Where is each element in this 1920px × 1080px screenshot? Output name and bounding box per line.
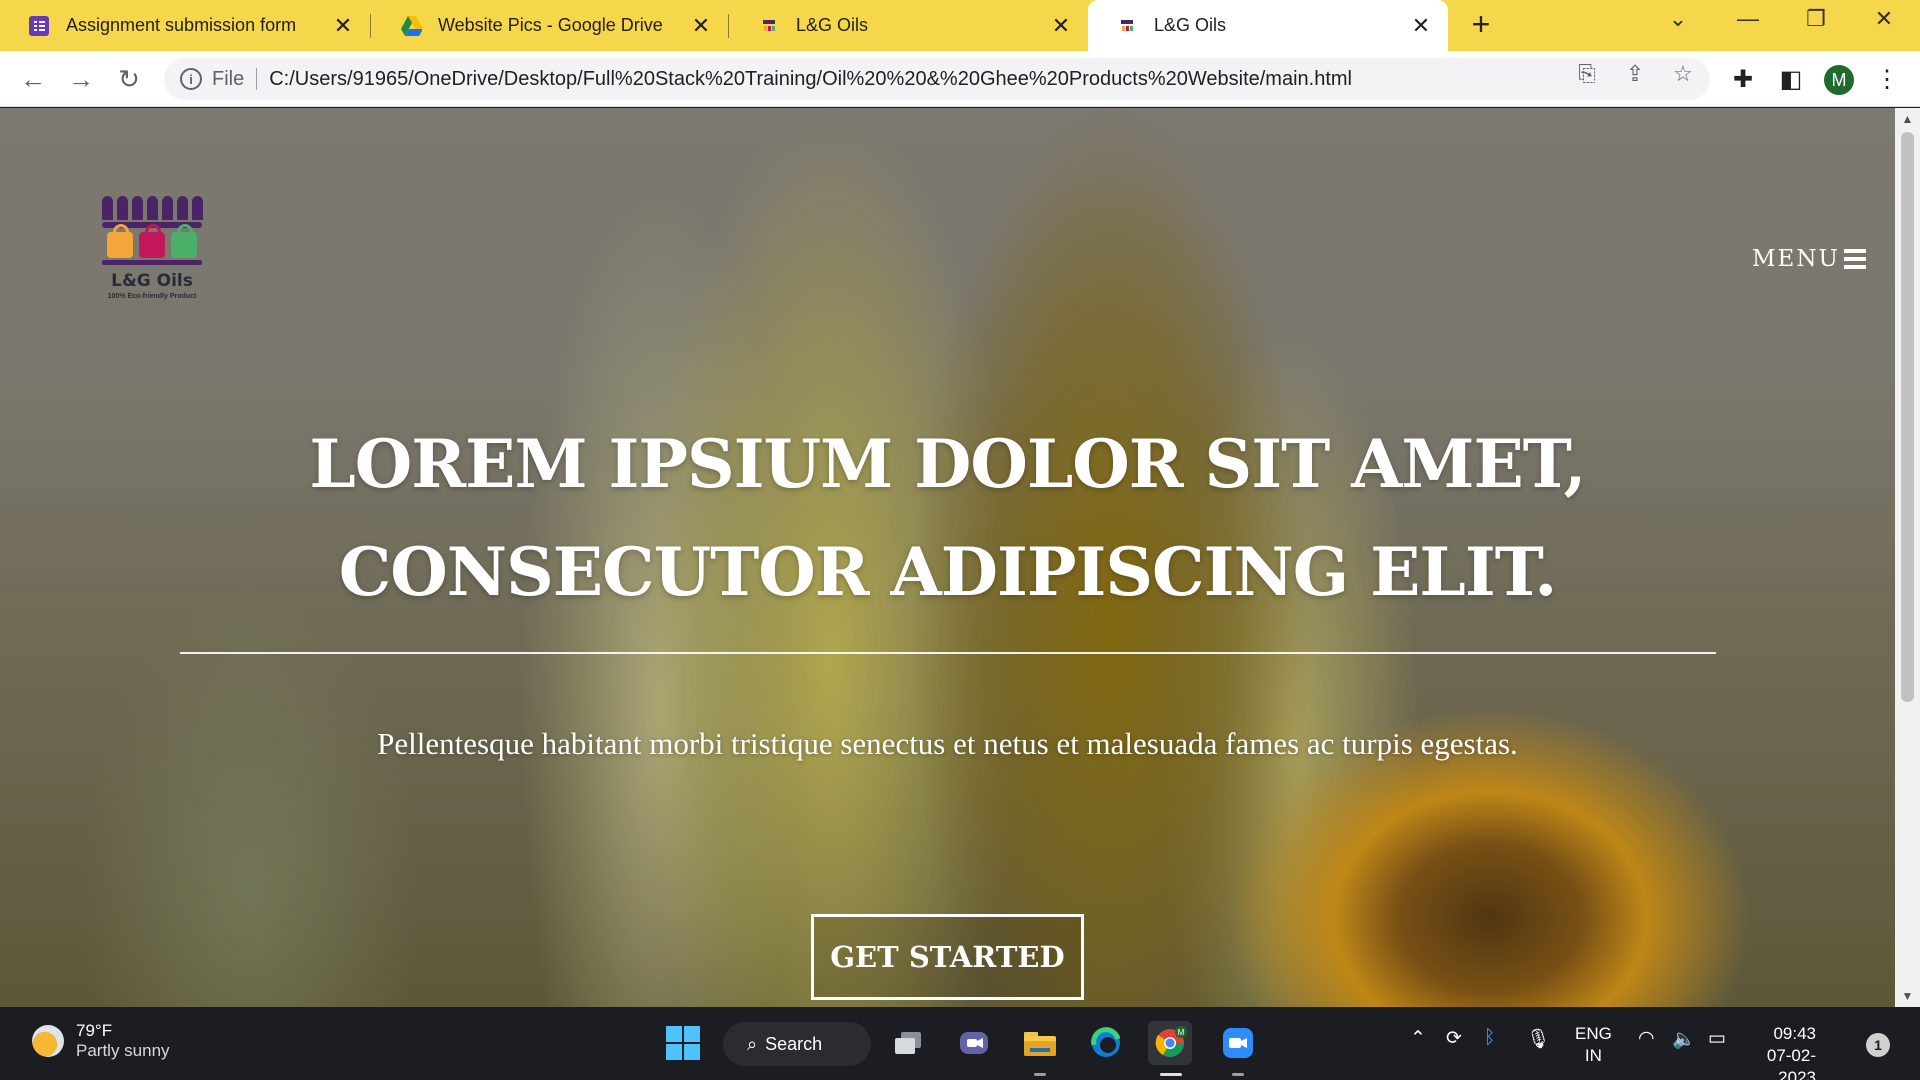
close-tab-icon[interactable]: ✕ bbox=[1408, 13, 1434, 39]
tab-title: L&G Oils bbox=[796, 15, 869, 35]
show-hidden-icons-chevron-icon[interactable]: ⌃ bbox=[1410, 1027, 1426, 1050]
hero-headline: LOREM IPSIUM DOLOR SIT AMET, CONSECUTOR … bbox=[160, 410, 1735, 626]
tab-title: Assignment submission form bbox=[66, 15, 297, 35]
logo-tagline: 100% Eco-friendly Product bbox=[107, 293, 197, 300]
google-drive-icon bbox=[400, 15, 422, 37]
search-label: Search bbox=[765, 1033, 823, 1054]
chrome-browser-icon[interactable]: M bbox=[1148, 1021, 1192, 1065]
battery-charging-icon[interactable]: ▭ bbox=[1708, 1027, 1726, 1050]
page-scrollbar[interactable]: ▲ ▼ bbox=[1895, 108, 1920, 1007]
tab-separator bbox=[370, 14, 371, 38]
scroll-up-arrow-icon[interactable]: ▲ bbox=[1895, 112, 1920, 126]
bookmark-star-icon[interactable]: ☆ bbox=[1670, 61, 1696, 87]
sync-icon[interactable]: ⟳ bbox=[1446, 1027, 1462, 1050]
notification-badge[interactable]: 1 bbox=[1866, 1033, 1890, 1057]
new-tab-button[interactable]: + bbox=[1462, 6, 1500, 43]
svg-text:M: M bbox=[1178, 1028, 1185, 1037]
browser-toolbar: ← → ↻ i File C:/Users/91965/OneDrive/Des… bbox=[0, 51, 1920, 107]
start-button[interactable] bbox=[661, 1021, 705, 1065]
file-explorer-icon[interactable] bbox=[1018, 1021, 1062, 1065]
hero-divider bbox=[180, 652, 1716, 654]
site-favicon bbox=[1116, 15, 1138, 37]
weather-description: Partly sunny bbox=[76, 1041, 170, 1060]
language-code: ENG bbox=[1575, 1024, 1612, 1043]
logo-name: L&G Oils bbox=[111, 271, 193, 291]
system-clock[interactable]: 09:43 07-02-2023 bbox=[1752, 1023, 1816, 1080]
menu-button[interactable]: MENU bbox=[1752, 246, 1866, 272]
shopping-bags-icon bbox=[96, 224, 208, 258]
partly-sunny-icon bbox=[32, 1025, 64, 1057]
close-tab-icon[interactable]: ✕ bbox=[1048, 13, 1074, 39]
clock-time: 09:43 bbox=[1773, 1024, 1816, 1043]
close-window-icon[interactable]: ✕ bbox=[1864, 6, 1904, 32]
brand-logo[interactable]: L&G Oils 100% Eco-friendly Product bbox=[96, 196, 208, 316]
menu-label: MENU bbox=[1752, 246, 1840, 272]
microphone-icon[interactable]: 🎙 bbox=[1526, 1027, 1550, 1051]
back-arrow-icon[interactable]: ← bbox=[16, 62, 50, 96]
address-bar[interactable]: i File C:/Users/91965/OneDrive/Desktop/F… bbox=[164, 58, 1710, 100]
side-panel-icon[interactable]: ◧ bbox=[1776, 65, 1806, 94]
site-favicon bbox=[758, 15, 780, 37]
profile-avatar[interactable]: M bbox=[1824, 65, 1854, 95]
zoom-meetings-icon[interactable] bbox=[1216, 1021, 1260, 1065]
translate-icon[interactable]: ⎘ bbox=[1574, 61, 1600, 87]
close-tab-icon[interactable]: ✕ bbox=[688, 13, 714, 39]
get-started-button[interactable]: GET STARTED bbox=[811, 914, 1084, 1000]
extensions-puzzle-icon[interactable]: ✚ bbox=[1728, 65, 1758, 94]
headline-line-1: LOREM IPSIUM DOLOR SIT AMET, bbox=[309, 425, 1586, 503]
scheme-label: File bbox=[212, 67, 245, 90]
forms-icon bbox=[28, 15, 50, 37]
hero-subtitle: Pellentesque habitant morbi tristique se… bbox=[377, 726, 1518, 761]
task-view-icon[interactable] bbox=[886, 1021, 930, 1065]
tab-google-drive[interactable]: Website Pics - Google Drive ✕ bbox=[372, 0, 728, 51]
tab-search-chevron-icon[interactable]: ⌄ bbox=[1658, 6, 1698, 32]
search-icon: ⌕ bbox=[747, 1033, 758, 1054]
weather-widget[interactable]: 79°F Partly sunny bbox=[32, 1021, 170, 1061]
scroll-down-arrow-icon[interactable]: ▼ bbox=[1895, 989, 1920, 1003]
close-tab-icon[interactable]: ✕ bbox=[330, 13, 356, 39]
url-text[interactable]: C:/Users/91965/OneDrive/Desktop/Full%20S… bbox=[269, 68, 1352, 91]
tab-lg-oils[interactable]: L&G Oils ✕ bbox=[730, 0, 1088, 51]
hamburger-icon bbox=[1843, 249, 1866, 269]
restore-icon[interactable]: ❐ bbox=[1796, 6, 1836, 32]
windows-taskbar: 79°F Partly sunny ⌕ Search M ⌃ ⟳ ᛒ 🎙 ENG… bbox=[0, 1007, 1920, 1080]
share-icon[interactable]: ⇪ bbox=[1622, 61, 1648, 87]
weather-temperature: 79°F bbox=[76, 1021, 113, 1040]
tab-assignment-form[interactable]: Assignment submission form ✕ bbox=[0, 0, 370, 51]
tab-title: Website Pics - Google Drive bbox=[438, 15, 663, 35]
wifi-icon[interactable]: ◠ bbox=[1638, 1027, 1655, 1050]
tab-separator bbox=[728, 14, 729, 38]
reload-icon[interactable]: ↻ bbox=[112, 62, 146, 96]
site-info-icon[interactable]: i bbox=[180, 68, 202, 90]
tab-lg-oils-active[interactable]: L&G Oils ✕ bbox=[1088, 0, 1448, 51]
bluetooth-icon[interactable]: ᛒ bbox=[1484, 1027, 1495, 1049]
edge-browser-icon[interactable] bbox=[1084, 1021, 1128, 1065]
region-code: IN bbox=[1584, 1046, 1602, 1065]
hero-section: L&G Oils 100% Eco-friendly Product MENU … bbox=[0, 108, 1895, 1007]
volume-icon[interactable]: 🔈 bbox=[1672, 1027, 1696, 1051]
tab-title: L&G Oils bbox=[1154, 15, 1227, 35]
teams-chat-icon[interactable] bbox=[952, 1021, 996, 1065]
headline-line-2: CONSECUTOR ADIPISCING ELIT. bbox=[338, 533, 1558, 611]
scrollbar-thumb[interactable] bbox=[1901, 132, 1914, 702]
shop-awning-icon bbox=[96, 196, 208, 220]
browser-tab-bar: Assignment submission form ✕ Website Pic… bbox=[0, 0, 1920, 51]
taskbar-search[interactable]: ⌕ Search bbox=[723, 1022, 871, 1066]
omnibox-divider bbox=[256, 68, 258, 90]
more-menu-icon[interactable]: ⋮ bbox=[1872, 65, 1902, 94]
windows-logo-icon bbox=[666, 1026, 700, 1060]
minimize-icon[interactable]: — bbox=[1728, 6, 1768, 32]
language-indicator[interactable]: ENG IN bbox=[1575, 1023, 1612, 1067]
forward-arrow-icon[interactable]: → bbox=[64, 62, 98, 96]
clock-date: 07-02-2023 bbox=[1766, 1046, 1816, 1080]
